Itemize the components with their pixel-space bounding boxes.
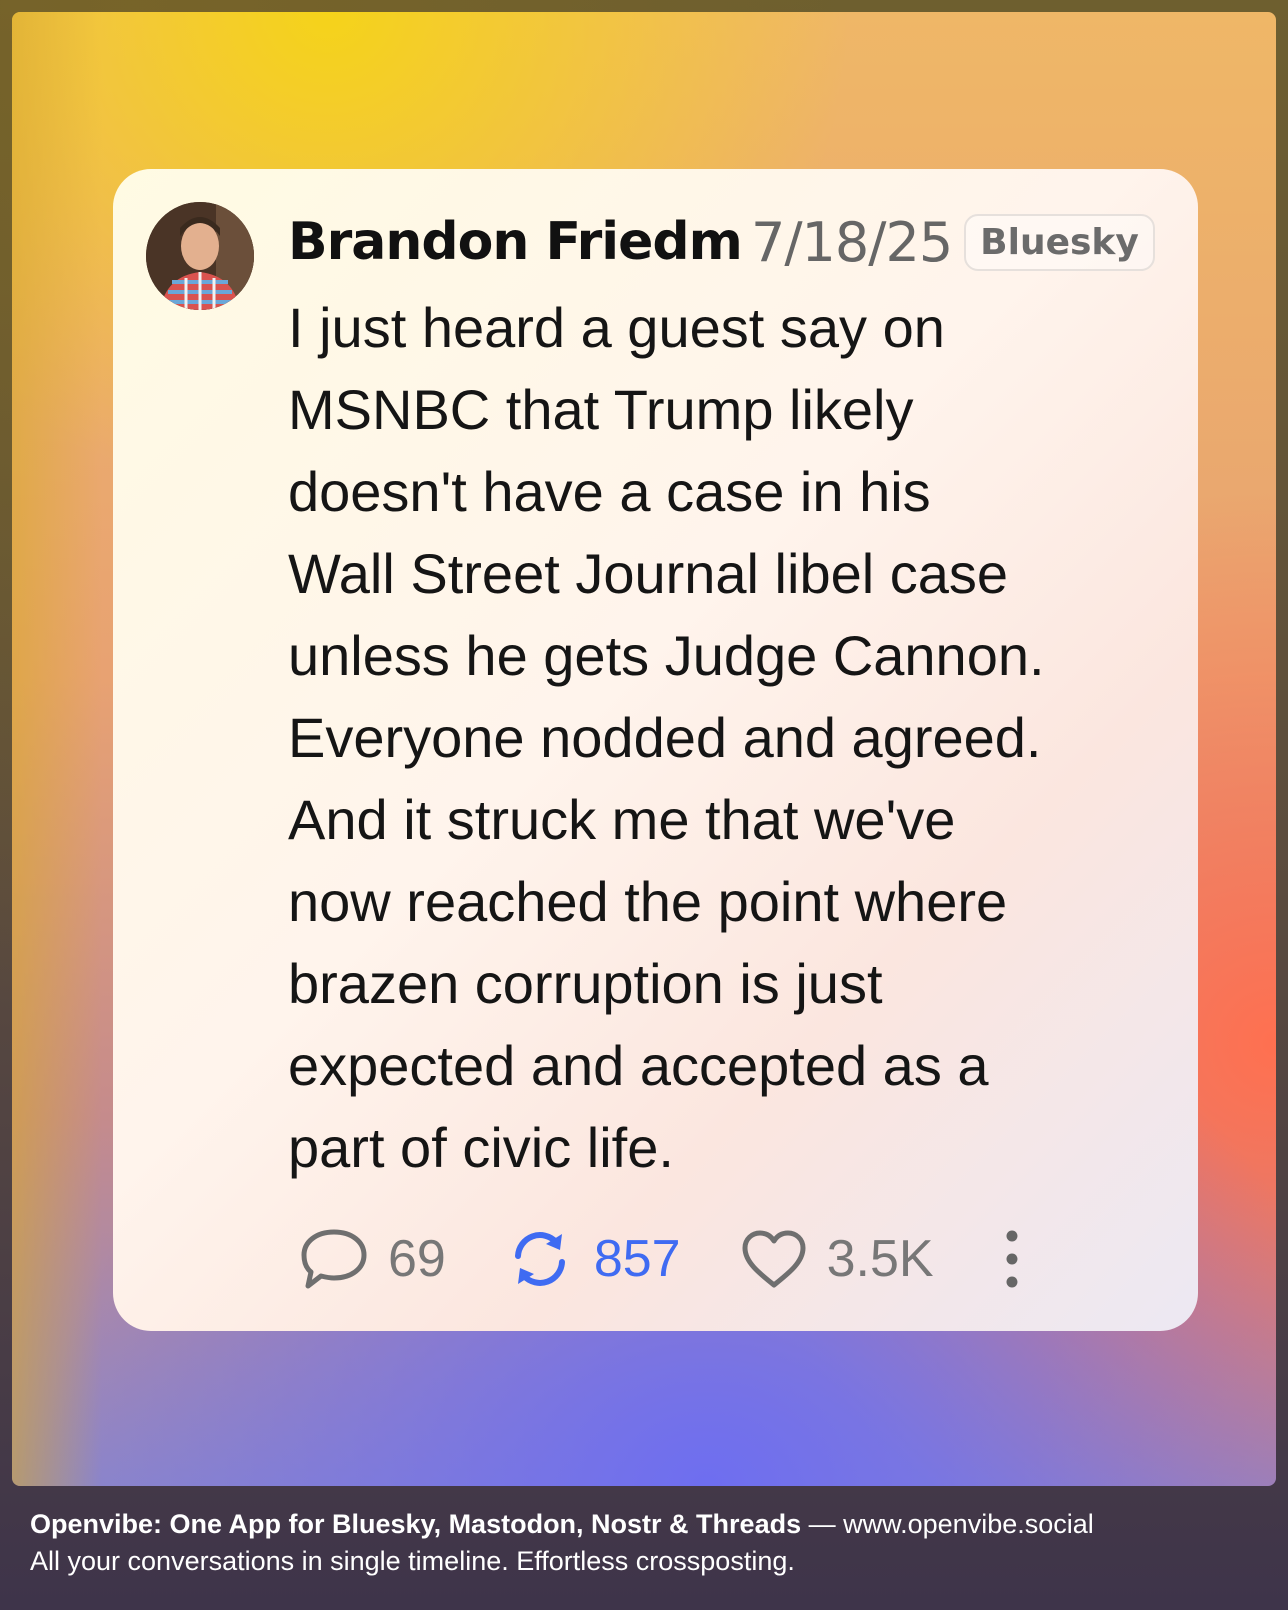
like-button[interactable]: 3.5K [739,1227,934,1291]
post-text-line: Everyone nodded and agreed. [288,706,1042,769]
repost-count: 857 [593,1230,681,1288]
footer-url[interactable]: www.openvibe.social [843,1509,1094,1539]
post-text-line: And it struck me that we've [288,788,956,851]
gradient-background: Brandon Friedman 7/18/25 Bluesky I just … [12,12,1276,1486]
footer-separator: — [801,1509,844,1539]
post-header: Brandon Friedman 7/18/25 Bluesky [288,207,1168,277]
author-avatar[interactable] [146,202,254,310]
repost-button[interactable]: 857 [504,1226,681,1292]
more-vertical-icon [1006,1230,1018,1288]
avatar-photo [146,202,254,310]
post-actions: 69 857 3.5K [298,1219,1158,1299]
post-date[interactable]: 7/18/25 [751,211,953,274]
footer-line-1: Openvibe: One App for Bluesky, Mastodon,… [30,1506,1270,1543]
post-text-line: unless he gets Judge Cannon. [288,624,1045,687]
post-text-line: Wall Street Journal libel case [288,542,1009,605]
post-text-line: now reached the point where [288,870,1008,933]
footer-tagline: All your conversations in single timelin… [30,1546,795,1576]
post-text-line: MSNBC that Trump likely [288,378,914,441]
post-text: I just heard a guest say on MSNBC that T… [288,287,1178,1189]
platform-badge: Bluesky [964,213,1155,271]
reply-count: 69 [388,1230,446,1288]
reply-icon [301,1229,367,1289]
reply-button[interactable]: 69 [298,1226,446,1292]
post-card[interactable]: Brandon Friedman 7/18/25 Bluesky I just … [113,169,1198,1331]
post-text-line: brazen corruption is just [288,952,883,1015]
post-text-line: doesn't have a case in his [288,460,931,523]
footer-brand: Openvibe: One App for Bluesky, Mastodon,… [30,1509,802,1539]
more-options-button[interactable] [1000,1226,1024,1292]
like-count: 3.5K [826,1230,934,1288]
repost-icon [514,1232,565,1286]
promo-footer: Openvibe: One App for Bluesky, Mastodon,… [30,1506,1270,1580]
heart-icon [742,1230,806,1288]
post-text-line: I just heard a guest say on [288,296,945,359]
author-name[interactable]: Brandon Friedman [288,212,743,272]
post-text-line: expected and accepted as a [288,1034,989,1097]
post-text-line: part of civic life. [288,1116,674,1179]
